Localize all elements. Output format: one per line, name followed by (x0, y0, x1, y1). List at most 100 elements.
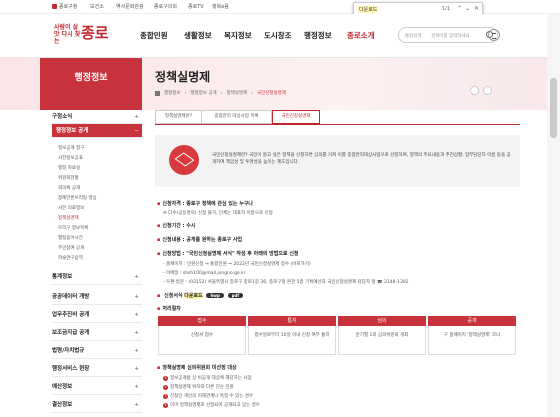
exclusion-item: 4 이미 정책실명제로 선정되어 공개되고 있는 경우 (163, 402, 260, 408)
sidebar-item[interactable]: 공공데이터 개방 + (52, 290, 142, 305)
page-tools (470, 86, 492, 95)
breadcrumb: 행정정보 › 행정정보 공개 › 정책실명제 › 국민신청실명제 (155, 90, 286, 96)
intro-box: 국민신청실명제란? 국민이 알고 싶은 정책을 신청하면 심의를 거쳐 이를 중… (155, 135, 520, 187)
process-step: 심의 분기별 1회 심의위원회 개최 (338, 316, 426, 355)
sidebar-item[interactable]: 통계정보 + (52, 270, 142, 285)
sidebar-subitem[interactable]: 사전정보공표 (58, 155, 83, 161)
utility-link[interactable]: 종로TV (188, 3, 204, 10)
expand-icon: + (134, 330, 139, 336)
sidebar-subitem[interactable]: 학술연구용역 (58, 255, 83, 261)
section-review: 정책실명제 심의위원회 미선정 대상 (157, 364, 236, 371)
share-icon[interactable] (470, 86, 479, 95)
expand-icon: + (134, 294, 139, 300)
tab-list[interactable]: 중점관리 대상사업 목록 (202, 110, 272, 124)
menu-icon[interactable] (488, 29, 500, 41)
exclusion-text: 신청인 개인의 이해관계나 특정 수 있는 경우 (170, 394, 254, 399)
utility-link[interactable]: 보건소 (90, 3, 104, 10)
sidebar-item[interactable]: 보조금지급 공개 + (52, 326, 142, 341)
sidebar-item[interactable]: 결산정보 + (52, 398, 142, 413)
exclusion-item: 2 정책실명제 위치와 다른 단순 민원 (163, 384, 234, 390)
sidebar-item-active[interactable]: 행정정보 공개 − (52, 124, 142, 138)
sidebar-item[interactable]: 행정서비스 현장 + (52, 362, 142, 377)
utility-link[interactable]: 종로구의회 (154, 3, 177, 10)
process-step-body: 분기별 1회 심의위원회 개최 (338, 326, 426, 355)
sidebar: 구정소식 + 행정정보 공개 − 정보공개 청구 사전정보공표 행정 자료실 위원회… (40, 110, 142, 417)
download-hwp-button[interactable]: hwp (206, 293, 224, 298)
utility-home-label: 종로구청 (59, 4, 78, 10)
sidebar-item[interactable]: 예산정보 + (52, 380, 142, 395)
breadcrumb-item[interactable]: 행정정보 (164, 90, 181, 96)
process-step: 접수 신청서 접수 (158, 316, 246, 355)
process-step-title: 공개 (428, 316, 516, 326)
search-input[interactable]: 검색어를 입력하세요 (431, 33, 470, 39)
tab-underline (155, 124, 520, 125)
tab-intro[interactable]: 정책실명제란? (155, 110, 202, 124)
breadcrumb-current: 국민신청실명제 (256, 91, 286, 96)
sidebar-subitem[interactable]: 주민참여 공개 (58, 245, 84, 251)
sidebar-subitem[interactable]: 사전 의료정보 (58, 205, 84, 211)
nav-item[interactable]: 도시창조 (264, 30, 292, 41)
form-label: 신청서식 (164, 293, 183, 299)
number-badge: 3 (163, 394, 168, 399)
expand-icon: + (134, 348, 139, 354)
utility-home-link[interactable]: 종로구청 (52, 3, 77, 10)
nav-item[interactable]: 행정정보 (304, 30, 332, 41)
sidebar-item-label: 행정서비스 현장 (52, 366, 90, 372)
exclusion-text: 정보공개법 상 비공개 대상에 해당하는 사업 (170, 376, 252, 381)
tab-apply[interactable]: 국민신청실명제 (272, 110, 320, 124)
process-step-title: 접수 (158, 316, 246, 326)
method-email[interactable]: - 이메일 : shsh100@mail.jongno.go.kr (163, 270, 246, 276)
process-step-body: 신청서 접수 (158, 326, 246, 355)
sidebar-subitem-current[interactable]: 정책실명제 (58, 215, 79, 221)
breadcrumb-item[interactable]: 정책실명제 (226, 90, 247, 96)
exclusion-text: 이미 정책실명제로 선정되어 공개되고 있는 경우 (170, 403, 260, 408)
site-logo[interactable]: 사람이 살맛 다시 찾는 종로 (54, 24, 110, 46)
intro-text: 국민신청실명제란? 국민이 알고 싶은 정책을 신청하면 심의를 거쳐 이를 중… (212, 153, 511, 165)
close-icon[interactable]: ✕ (474, 5, 479, 12)
utility-link[interactable]: 역사문화관광 (116, 3, 144, 10)
expand-icon: + (134, 402, 139, 408)
find-query[interactable]: 다운로드 (358, 5, 379, 13)
sidebar-subitem[interactable]: 정례언론브리핑 영상 (58, 195, 97, 201)
section-content: 신청내용 : 공개를 원하는 종로구 사업 (157, 236, 242, 243)
sidebar-item[interactable]: 업무추진비 공개 + (52, 308, 142, 323)
method-web[interactable]: - 홈페이지 : 민원신청 ⇒ 통합민원 ⇒ 2022년 국민신청실명제 접수 … (163, 261, 311, 267)
utility-link[interactable]: 행복e음 (212, 3, 229, 10)
search-box[interactable]: 통합검색 검색어를 입력하세요 (398, 27, 498, 43)
scrollbar-thumb[interactable] (550, 78, 557, 138)
exclusion-item: 1 정보공개법 상 비공개 대상에 해당하는 사업 (163, 375, 252, 381)
find-up-icon[interactable]: ⌃ (457, 5, 462, 12)
scrollbar-track[interactable] (547, 14, 560, 417)
sidebar-item[interactable]: 법령/자치법규 + (52, 344, 142, 359)
nav-item[interactable]: 종합민원 (140, 30, 168, 41)
print-icon[interactable] (483, 86, 492, 95)
sidebar-subitem[interactable]: 우리구 정보목록 (58, 225, 88, 231)
sidebar-subitem[interactable]: 위원회현황 (58, 175, 79, 181)
number-badge: 1 (163, 376, 168, 381)
process-step-body: 접수일로부터 10일 이내 신청 여부 통지 (248, 326, 336, 355)
form-download-label: 다운로드 (184, 293, 203, 299)
download-pdf-button[interactable]: pdf (227, 293, 244, 298)
home-icon[interactable] (155, 90, 160, 96)
sidebar-subitem[interactable]: 정보공개 청구 (58, 145, 84, 151)
nav-item[interactable]: 생활정보 (184, 30, 212, 41)
document-stack-icon (169, 145, 199, 175)
process-step-body: 구 홈페이지 '정책실명제' 코너 (428, 326, 516, 355)
site-header: 사람이 살맛 다시 찾는 종로 종합민원 생활정보 복지정보 도시창조 행정정보… (0, 14, 560, 58)
sidebar-subitem[interactable]: 행정용어사전 (58, 235, 83, 241)
sidebar-item-label: 결산정보 (52, 402, 73, 408)
nav-item[interactable]: 복지정보 (224, 30, 252, 41)
search-select[interactable]: 통합검색 (405, 33, 422, 39)
sidebar-item[interactable]: 구정소식 + (52, 110, 142, 124)
section-process: 처리절차 (157, 305, 180, 312)
sidebar-subitem[interactable]: 행정 자료실 (58, 165, 80, 171)
number-badge: 2 (163, 385, 168, 390)
find-down-icon[interactable]: ⌄ (465, 5, 470, 12)
method-post: - 우편·방문 : (03152) 서울특별시 종로구 종로1길 36, 종로구… (163, 280, 409, 285)
logo-slogan: 사람이 살맛 다시 찾는 (54, 24, 81, 45)
sidebar-subitem[interactable]: 회의록 공개 (58, 185, 80, 191)
breadcrumb-item[interactable]: 행정정보 공개 (190, 90, 216, 96)
sidebar-item-label: 통계정보 (52, 274, 73, 280)
nav-item[interactable]: 종로소개 (347, 30, 375, 41)
section-form: 신청서식 다운로드 hwp pdf (157, 292, 244, 299)
